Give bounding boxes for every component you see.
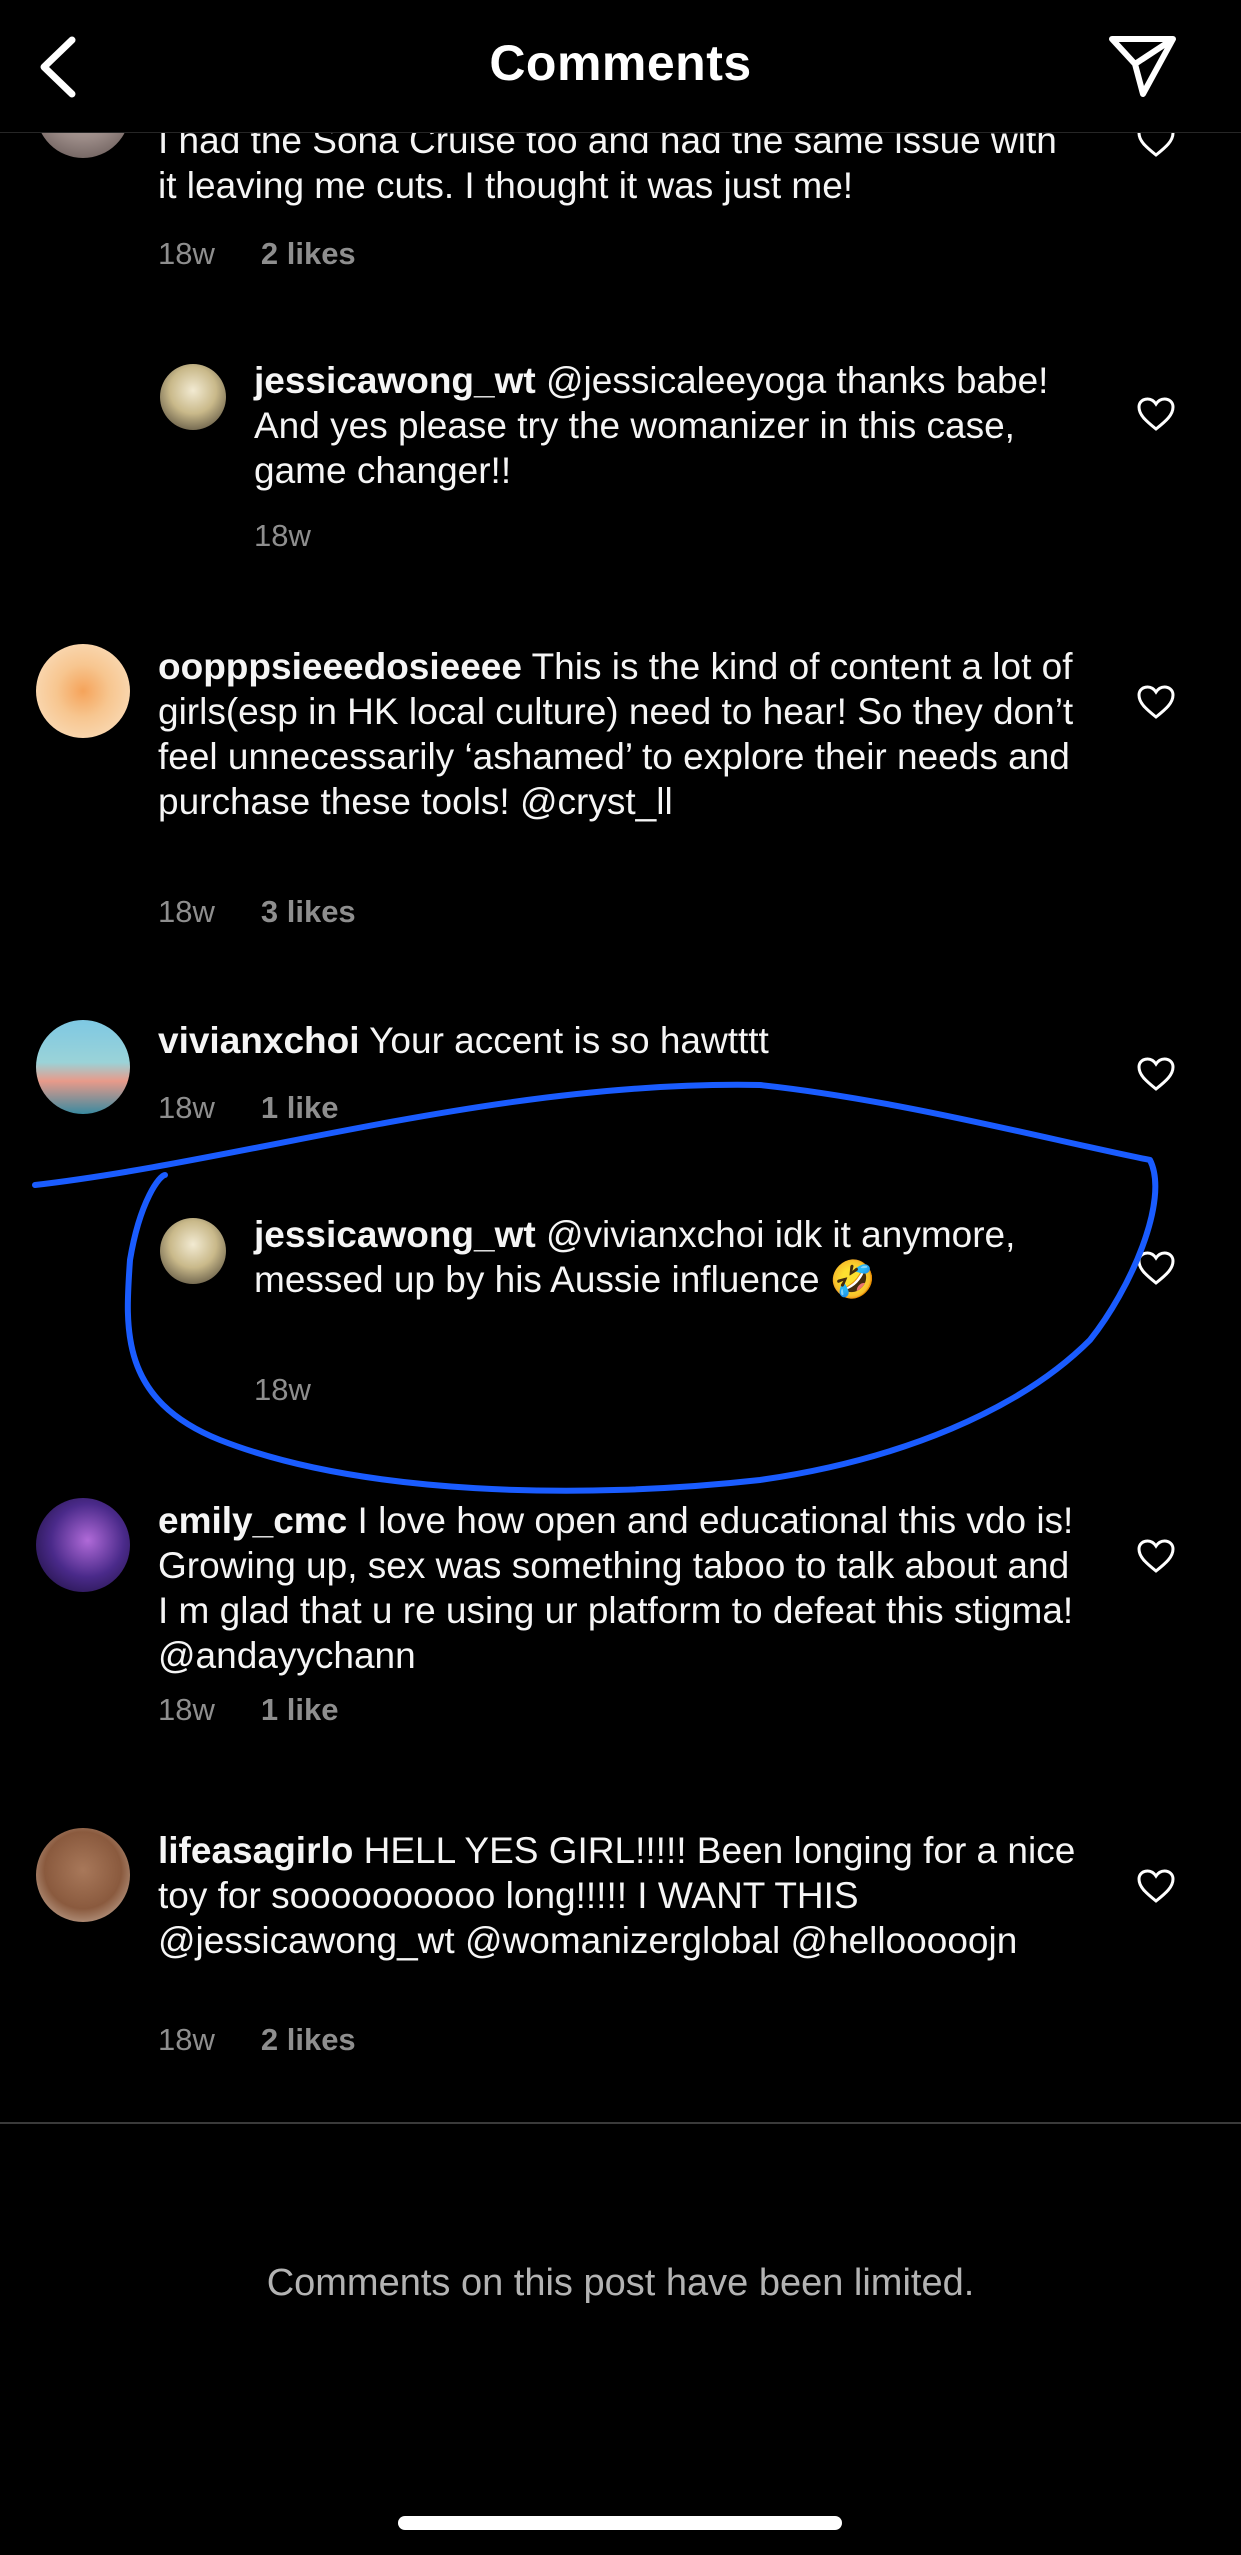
comment-text: emily_cmc I love how open and educationa… bbox=[158, 1498, 1078, 1678]
avatar[interactable] bbox=[160, 1218, 226, 1284]
heart-outline-icon[interactable] bbox=[1136, 132, 1176, 158]
avatar[interactable] bbox=[36, 1498, 130, 1592]
comment-meta: 18w 1 like bbox=[158, 1090, 338, 1126]
heart-outline-icon[interactable] bbox=[1136, 1056, 1176, 1092]
username[interactable]: oopppsieeedosieeee bbox=[158, 646, 522, 687]
comments-list[interactable]: I had the Sona Cruise too and had the sa… bbox=[0, 132, 1241, 2122]
comment-time: 18w bbox=[254, 518, 311, 553]
comment-time: 18w bbox=[158, 1692, 215, 1727]
page-title: Comments bbox=[489, 35, 752, 91]
comment-time: 18w bbox=[254, 1372, 311, 1407]
avatar[interactable] bbox=[36, 132, 130, 158]
paper-plane-icon[interactable] bbox=[1107, 32, 1179, 100]
comment-meta: 18w bbox=[254, 1372, 311, 1408]
comment-meta: 18w 2 likes bbox=[158, 236, 356, 272]
likes-count[interactable]: 2 likes bbox=[261, 2022, 356, 2057]
likes-count[interactable]: 1 like bbox=[261, 1692, 339, 1727]
avatar[interactable] bbox=[36, 1020, 130, 1114]
heart-outline-icon[interactable] bbox=[1136, 1868, 1176, 1904]
comment-meta: 18w 2 likes bbox=[158, 2022, 356, 2058]
likes-count[interactable]: 3 likes bbox=[261, 894, 356, 929]
comment-time: 18w bbox=[158, 2022, 215, 2057]
comment-text: lifeasagirlo HELL YES GIRL!!!!! Been lon… bbox=[158, 1828, 1078, 1963]
list-divider bbox=[0, 2122, 1241, 2124]
likes-count[interactable]: 2 likes bbox=[261, 236, 356, 271]
comment-meta: 18w bbox=[254, 518, 311, 554]
comment-body: Your accent is so hawtttt bbox=[359, 1020, 769, 1061]
username[interactable]: emily_cmc bbox=[158, 1500, 347, 1541]
comment-body: I had the Sona Cruise too and had the sa… bbox=[158, 132, 1057, 206]
username[interactable]: lifeasagirlo bbox=[158, 1830, 353, 1871]
heart-outline-icon[interactable] bbox=[1136, 1250, 1176, 1286]
mention-link[interactable]: @jessicaleeyoga bbox=[546, 360, 826, 401]
comment-meta: 18w 3 likes bbox=[158, 894, 356, 930]
comment-time: 18w bbox=[158, 1090, 215, 1125]
heart-outline-icon[interactable] bbox=[1136, 684, 1176, 720]
header-bar: Comments bbox=[0, 0, 1241, 133]
username[interactable]: jessicawong_wt bbox=[254, 1214, 536, 1255]
heart-outline-icon[interactable] bbox=[1136, 396, 1176, 432]
comment-time: 18w bbox=[158, 894, 215, 929]
comments-limited-notice: Comments on this post have been limited. bbox=[266, 2262, 975, 2304]
home-indicator[interactable] bbox=[398, 2516, 842, 2530]
comment-text: oopppsieeedosieeee This is the kind of c… bbox=[158, 644, 1078, 824]
comment-text: jessicawong_wt @vivianxchoi idk it anymo… bbox=[254, 1212, 1084, 1302]
username[interactable]: vivianxchoi bbox=[158, 1020, 360, 1061]
likes-count[interactable]: 1 like bbox=[261, 1090, 339, 1125]
comment-text: jessicawong_wt @jessicaleeyoga thanks ba… bbox=[254, 358, 1084, 493]
avatar[interactable] bbox=[36, 1828, 130, 1922]
heart-outline-icon[interactable] bbox=[1136, 1538, 1176, 1574]
comment-time: 18w bbox=[158, 236, 215, 271]
username[interactable]: jessicawong_wt bbox=[254, 360, 536, 401]
avatar[interactable] bbox=[36, 644, 130, 738]
comment-text: vivianxchoi Your accent is so hawtttt bbox=[158, 1018, 1078, 1063]
avatar[interactable] bbox=[160, 364, 226, 430]
comment-meta: 18w 1 like bbox=[158, 1692, 338, 1728]
mention-link[interactable]: @vivianxchoi bbox=[546, 1214, 765, 1255]
comment-text: I had the Sona Cruise too and had the sa… bbox=[158, 132, 1078, 208]
